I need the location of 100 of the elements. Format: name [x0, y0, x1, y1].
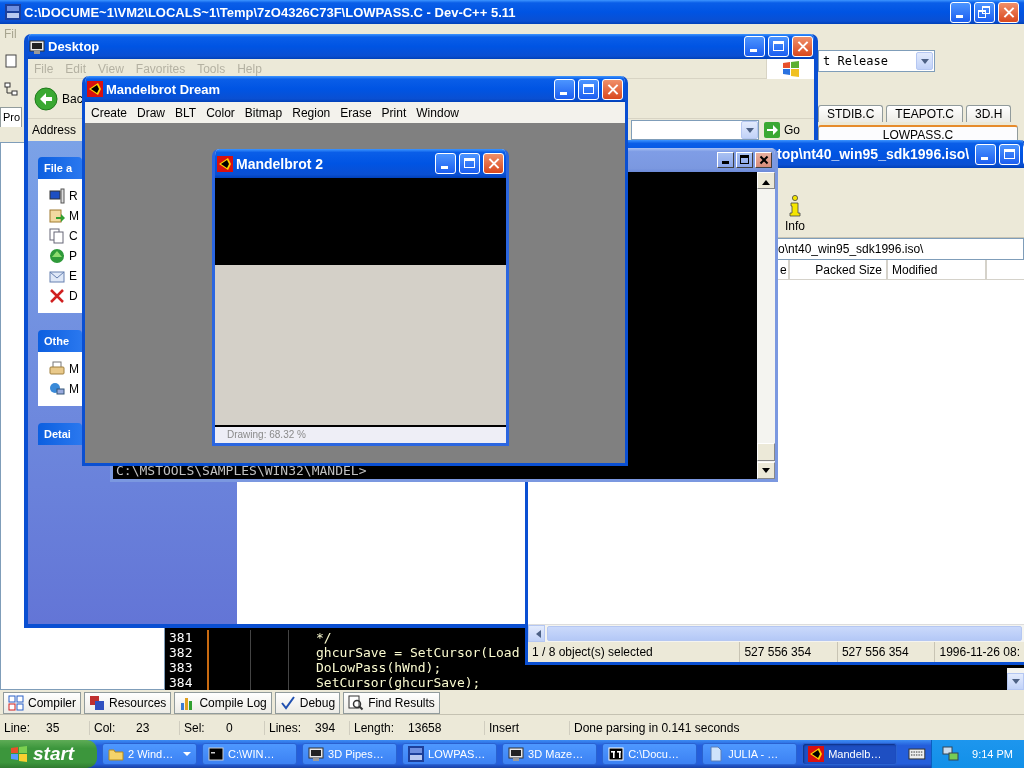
menu-item[interactable]: Region	[287, 105, 336, 120]
panel-tab[interactable]: Resources	[84, 692, 172, 714]
fractal-icon	[808, 746, 825, 762]
menu-item[interactable]: Window	[411, 105, 464, 120]
resources-icon	[89, 695, 105, 711]
panel-header[interactable]: Othe	[38, 330, 82, 352]
envelope-icon	[49, 268, 65, 284]
address-field[interactable]: o\nt40_win95_sdk1996.iso\	[776, 238, 1024, 260]
minimize-button[interactable]	[717, 152, 734, 168]
task-link[interactable]: E	[49, 268, 77, 284]
info-button[interactable]: Info	[781, 195, 809, 233]
status-label: Sel:	[184, 720, 206, 735]
console-icon	[208, 746, 224, 762]
code-line: SetCursor(ghcurSave);	[315, 675, 481, 690]
progress-status: Drawing: 68.32 %	[215, 425, 506, 443]
status-value: Insert	[489, 720, 519, 735]
address-label: Address	[32, 123, 77, 137]
network-icon	[942, 746, 961, 762]
panel-tab[interactable]: Find Results	[343, 692, 440, 714]
task-link[interactable]: C	[49, 228, 78, 244]
address-field[interactable]	[631, 120, 759, 140]
console-prompt: C:\MSTOOLS\SAMPLES\WIN32\MANDEL>	[116, 464, 368, 478]
status-label: Col:	[94, 720, 117, 735]
code-line: ghcurSave = SetCursor(Load	[315, 645, 520, 660]
back-button[interactable]: Bac	[34, 86, 83, 111]
app-icon	[408, 746, 425, 762]
globe-icon	[49, 248, 65, 264]
panel-header[interactable]: File a	[38, 157, 82, 179]
line-number: 381	[165, 630, 209, 645]
task-link[interactable]: R	[49, 188, 78, 204]
app-icon	[5, 4, 21, 20]
line-number: 384	[165, 675, 209, 690]
menu-item[interactable]: Draw	[132, 105, 171, 120]
status-label: Line:	[4, 720, 32, 735]
status-value: 394	[315, 720, 336, 735]
delete-icon	[49, 288, 65, 304]
menu-item[interactable]: Color	[201, 105, 240, 120]
panel-tab[interactable]: Debug	[274, 692, 341, 714]
dropdown-button[interactable]	[741, 121, 758, 139]
window-title: Mandelbrot Dream	[106, 81, 221, 97]
project-tab[interactable]: Pro	[0, 107, 23, 127]
network-icon	[49, 381, 65, 397]
start-button[interactable]: start	[0, 740, 97, 768]
status-text: 1 / 8 object(s) selected	[528, 642, 741, 662]
taskbar-item[interactable]: Mandelb…	[802, 743, 898, 765]
app-icon	[87, 81, 103, 97]
task-link[interactable]: D	[49, 288, 78, 304]
panel-tab[interactable]: Compile Log	[174, 692, 272, 714]
scroll-up-button[interactable]	[757, 172, 775, 189]
document-icon	[708, 746, 725, 762]
status-value: 13658	[408, 720, 442, 735]
printer-icon	[49, 361, 65, 377]
monitor-icon	[308, 746, 325, 762]
menu-item[interactable]: Create	[86, 105, 133, 120]
maximize-button[interactable]	[736, 152, 753, 168]
windows-logo-icon	[10, 746, 28, 762]
dropdown-button[interactable]	[916, 52, 933, 70]
build-config-dropdown[interactable]: t Release	[818, 50, 935, 72]
file-tab[interactable]: STDIB.C	[818, 105, 884, 122]
task-link[interactable]: M	[49, 208, 79, 224]
check-icon	[279, 695, 296, 711]
status-value: Done parsing in 0.141 seconds	[574, 720, 740, 735]
menu-item[interactable]: Print	[376, 105, 412, 120]
task-link[interactable]: P	[49, 248, 77, 264]
minimize-button[interactable]	[975, 143, 997, 165]
restore-button[interactable]	[974, 1, 995, 23]
scroll-thumb[interactable]	[547, 626, 1022, 641]
grid-icon	[8, 695, 24, 711]
status-value: 35	[46, 720, 60, 735]
archive-icon	[608, 746, 625, 762]
panel-tab[interactable]: Compiler	[3, 692, 81, 714]
status-value: 0	[226, 720, 233, 735]
keyboard-icon	[908, 747, 927, 761]
file-icon	[4, 54, 18, 68]
task-link[interactable]: M	[49, 361, 79, 377]
line-number: 383	[165, 660, 209, 675]
go-button[interactable]: Go	[763, 121, 808, 139]
folder-icon	[108, 746, 124, 762]
file-tab[interactable]: TEAPOT.C	[886, 105, 964, 122]
task-link[interactable]: M	[49, 381, 79, 397]
close-button[interactable]	[755, 152, 772, 168]
monitor-icon	[49, 188, 65, 204]
menu-item[interactable]: BLT	[170, 105, 202, 120]
menu-item[interactable]: Bitmap	[239, 105, 288, 120]
search-icon	[348, 695, 365, 711]
window-title: Mandelbrot 2	[236, 155, 324, 172]
status-text: 527 556 354	[740, 642, 838, 662]
status-text: 1996-11-26 08:	[938, 644, 1021, 661]
panel-header[interactable]: Detai	[38, 423, 82, 445]
code-line: DoLowPass(hWnd);	[315, 660, 442, 675]
maximize-button[interactable]	[999, 143, 1021, 165]
status-text: 527 556 354	[837, 642, 936, 662]
status-label: Length:	[354, 720, 395, 735]
window-title: Desktop	[48, 39, 100, 54]
scroll-left-button[interactable]	[528, 625, 545, 642]
file-tab[interactable]: 3D.H	[966, 105, 1012, 122]
status-value: 23	[136, 720, 150, 735]
menu-item[interactable]: Erase	[335, 105, 377, 120]
window-title: C:\DOCUME~1\VM2\LOCALS~1\Temp\7zO4326C73F\LOWPASS.C - Dev-C++ 5.11	[24, 4, 516, 20]
info-icon	[788, 195, 802, 217]
